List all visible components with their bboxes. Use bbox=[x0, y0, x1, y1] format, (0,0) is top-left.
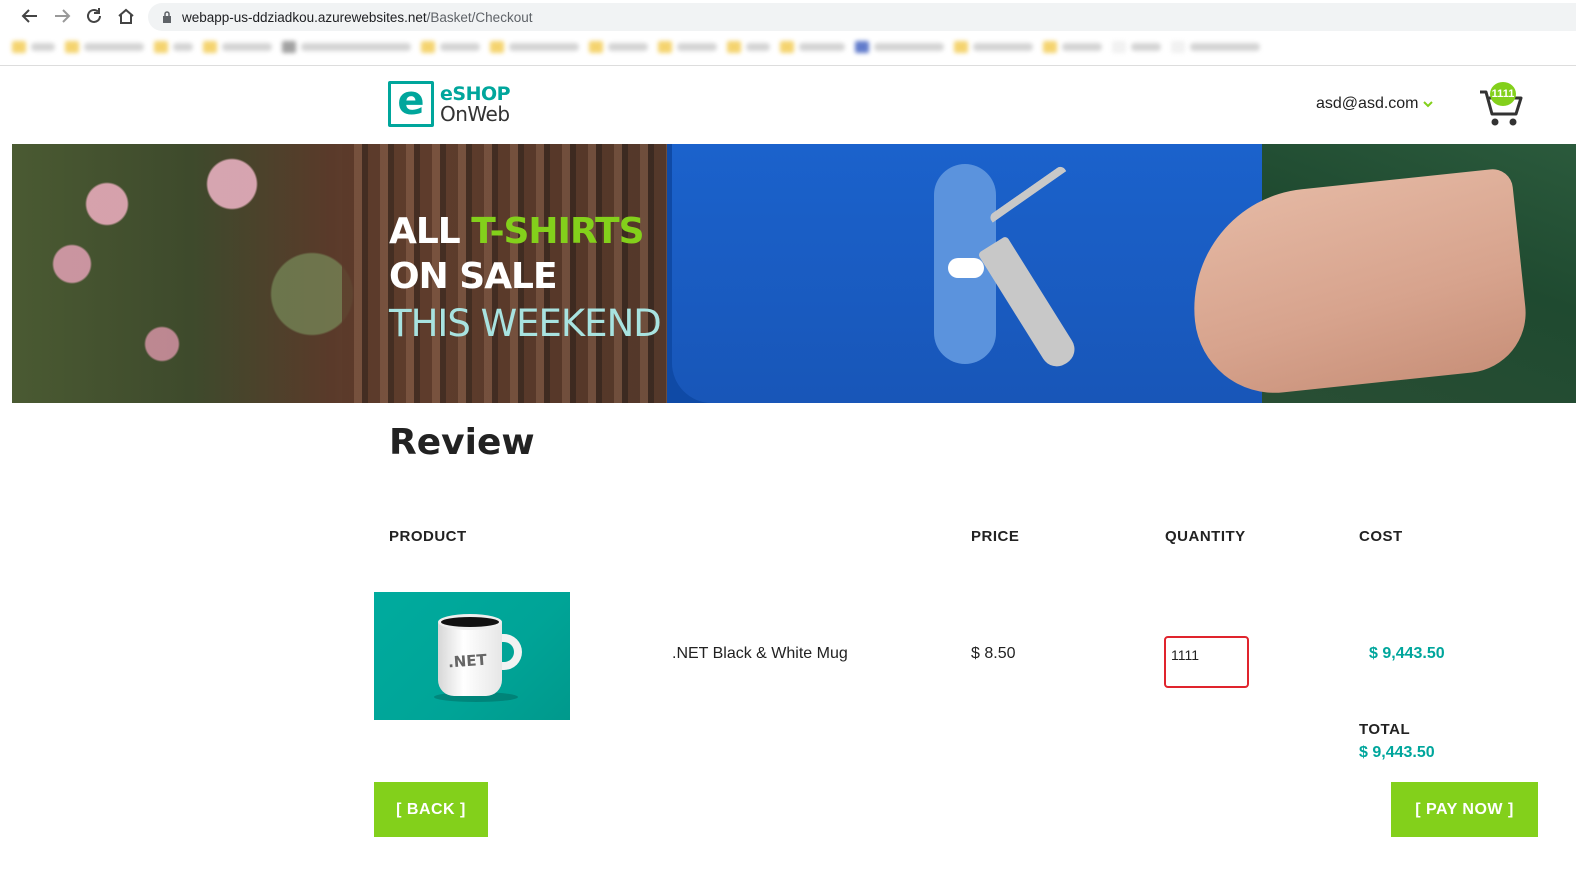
column-header-quantity: QUANTITY bbox=[1165, 528, 1246, 545]
logo-letter: e bbox=[397, 78, 425, 124]
reload-icon[interactable] bbox=[82, 4, 106, 28]
product-image: .NET bbox=[374, 592, 570, 720]
user-email: asd@asd.com bbox=[1316, 95, 1419, 112]
chevron-down-icon bbox=[1422, 97, 1433, 111]
bookmark-item[interactable] bbox=[954, 41, 1033, 53]
total-value: $ 9,443.50 bbox=[1359, 744, 1435, 761]
bookmark-item[interactable] bbox=[855, 41, 944, 53]
hero-heading-line-2: ON SALE bbox=[389, 256, 558, 297]
forward-arrow-icon[interactable] bbox=[50, 4, 74, 28]
bookmark-item[interactable] bbox=[203, 41, 272, 53]
bookmarks-bar bbox=[12, 36, 1576, 58]
column-header-product: PRODUCT bbox=[389, 528, 467, 545]
hero-heading-line-3: THIS WEEKEND bbox=[389, 302, 662, 345]
user-menu[interactable]: asd@asd.com bbox=[1316, 95, 1433, 113]
bookmark-item[interactable] bbox=[589, 41, 648, 53]
column-header-cost: COST bbox=[1359, 528, 1403, 545]
logo-line-2: OnWeb bbox=[440, 101, 510, 126]
logo-wordmark: eSHOP OnWeb bbox=[440, 82, 511, 126]
logo-line-1: eSHOP bbox=[440, 82, 511, 105]
bookmark-item[interactable] bbox=[780, 41, 845, 53]
url-text: webapp-us-ddziadkou.azurewebsites.net/Ba… bbox=[182, 10, 532, 25]
cloud-icon bbox=[948, 258, 984, 278]
bookmark-item[interactable] bbox=[658, 41, 717, 53]
cart-count-badge: 1111 bbox=[1490, 82, 1516, 106]
url-path: /Basket/Checkout bbox=[426, 9, 533, 25]
logo-mark: e bbox=[388, 81, 434, 127]
hero-heading-line-1: ALL T-SHIRTS bbox=[389, 211, 645, 252]
url-host: webapp-us-ddziadkou.azurewebsites.net bbox=[182, 9, 427, 25]
hero-text-all: ALL bbox=[389, 211, 461, 252]
home-icon[interactable] bbox=[114, 4, 138, 28]
total-label: TOTAL bbox=[1359, 721, 1411, 738]
bookmark-item[interactable] bbox=[12, 41, 55, 53]
back-arrow-icon[interactable] bbox=[18, 4, 42, 28]
product-cost: $ 9,443.50 bbox=[1369, 645, 1445, 662]
back-button[interactable]: [ BACK ] bbox=[374, 782, 488, 837]
bookmark-item[interactable] bbox=[421, 41, 480, 53]
product-name: .NET Black & White Mug bbox=[672, 645, 848, 662]
bookmark-item[interactable] bbox=[154, 41, 193, 53]
bookmark-item[interactable] bbox=[65, 41, 144, 53]
page-title: Review bbox=[389, 422, 535, 463]
column-header-price: PRICE bbox=[971, 528, 1020, 545]
pay-now-button[interactable]: [ PAY NOW ] bbox=[1391, 782, 1538, 837]
bookmark-item[interactable] bbox=[490, 41, 579, 53]
bookmark-item[interactable] bbox=[1043, 41, 1102, 53]
eshop-logo[interactable]: e eSHOP OnWeb bbox=[388, 81, 511, 127]
address-bar[interactable]: webapp-us-ddziadkou.azurewebsites.net/Ba… bbox=[148, 3, 1576, 31]
bookmark-item[interactable] bbox=[1171, 41, 1260, 53]
quantity-input[interactable]: 1111 bbox=[1164, 636, 1249, 688]
mug-rim bbox=[438, 614, 502, 630]
bookmark-item[interactable] bbox=[727, 41, 770, 53]
browser-toolbar: webapp-us-ddziadkou.azurewebsites.net/Ba… bbox=[0, 0, 1576, 66]
bookmark-item[interactable] bbox=[1112, 41, 1161, 53]
lock-icon bbox=[160, 10, 174, 24]
hero-banner bbox=[12, 144, 1576, 403]
hero-text-tshirts: T-SHIRTS bbox=[471, 211, 644, 252]
mug-label: .NET bbox=[447, 650, 488, 672]
bookmark-item[interactable] bbox=[282, 41, 411, 53]
product-price: $ 8.50 bbox=[971, 645, 1016, 662]
